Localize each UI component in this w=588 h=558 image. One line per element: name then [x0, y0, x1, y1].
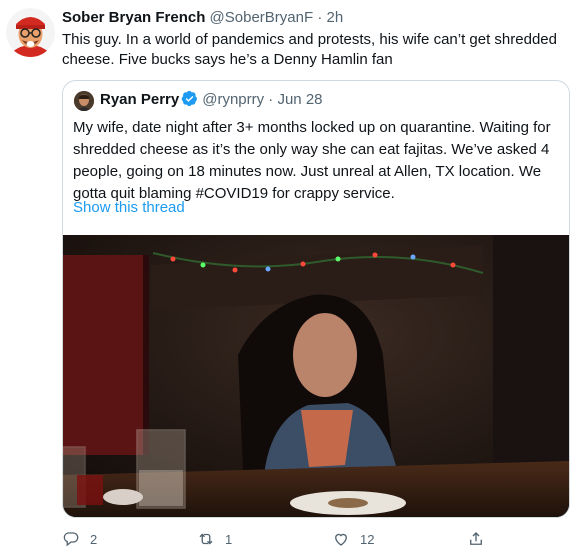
quoted-avatar-illustration [74, 91, 94, 111]
reply-icon [63, 532, 79, 547]
quoted-author-handle[interactable]: @rynprry [202, 91, 264, 108]
quoted-author-name[interactable]: Ryan Perry [100, 91, 179, 108]
tweet-header: Sober Bryan French @SoberBryanF · 2h [62, 8, 343, 28]
reply-button[interactable]: 2 [62, 526, 97, 552]
quoted-tweet-photo[interactable] [63, 235, 569, 517]
tweet-time[interactable]: 2h [327, 9, 344, 26]
heart-icon [335, 533, 347, 546]
tweet-text: This guy. In a world of pandemics and pr… [62, 31, 557, 68]
quoted-tweet-card[interactable]: Ryan Perry @rynprry · Jun 28 My wife, da… [62, 80, 570, 518]
author-name[interactable]: Sober Bryan French [62, 9, 205, 26]
quoted-tweet-text: My wife, date night after 3+ months lock… [73, 119, 551, 202]
show-thread-link[interactable]: Show this thread [73, 198, 185, 218]
retweet-button[interactable]: 1 [197, 526, 232, 552]
quoted-author-avatar[interactable] [74, 91, 94, 111]
header-separator: · [317, 9, 323, 26]
quoted-tweet-date[interactable]: Jun 28 [277, 91, 322, 108]
retweet-icon [199, 533, 213, 545]
verified-badge-icon [181, 90, 198, 107]
avatar-illustration [6, 8, 55, 57]
quoted-tweet-header: Ryan Perry @rynprry · Jun 28 [100, 90, 323, 110]
like-button[interactable]: 12 [332, 526, 374, 552]
tweet-action-bar: 2 1 12 [62, 526, 562, 552]
share-button[interactable] [467, 526, 495, 552]
quoted-header-separator: · [268, 91, 274, 108]
author-avatar[interactable] [6, 8, 55, 57]
share-icon [470, 532, 482, 545]
retweet-count: 1 [225, 531, 233, 547]
like-count: 12 [360, 531, 375, 547]
reply-count: 2 [90, 531, 98, 547]
author-handle[interactable]: @SoberBryanF [210, 9, 314, 26]
